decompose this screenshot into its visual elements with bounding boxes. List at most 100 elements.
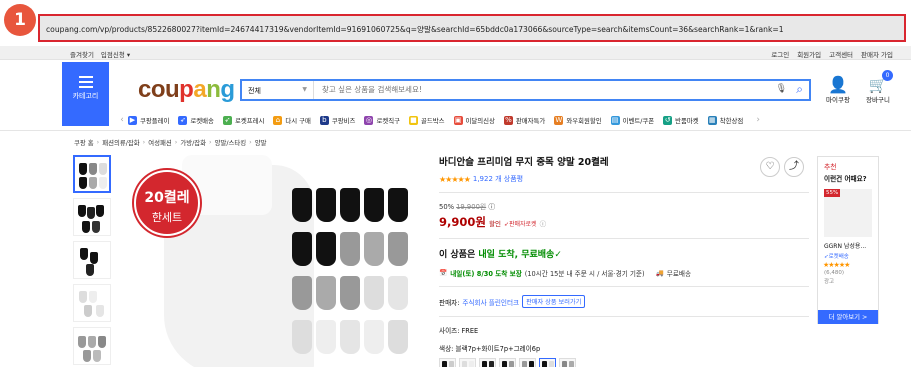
seller-rocket-badge: ➶판매자로켓 xyxy=(503,221,537,228)
breadcrumb-separator: › xyxy=(96,138,100,146)
rating-row: ★★★★★ 1,922 개 상품평 xyxy=(439,174,809,184)
coupang-logo[interactable]: coupang xyxy=(138,76,235,104)
url-text[interactable]: coupang.com/vp/products/8522680027?itemI… xyxy=(46,24,784,35)
share-icon[interactable]: ⤴ xyxy=(784,157,804,177)
divider xyxy=(439,316,809,317)
breadcrumb-item[interactable]: 양말/스타킹 xyxy=(215,138,247,147)
divider xyxy=(439,238,809,239)
thumbnail-list xyxy=(73,155,113,367)
store-icon: ▦ xyxy=(707,115,717,125)
size-option: 사이즈: FREE xyxy=(439,327,479,335)
person-icon: 👤 xyxy=(828,75,848,94)
color-option-4[interactable] xyxy=(499,358,516,367)
service-coupangplay[interactable]: ▶ 쿠팡플레이 xyxy=(128,115,169,125)
color-option-list xyxy=(439,358,809,367)
bag-icon: ▣ xyxy=(453,115,463,125)
thumbnail-4[interactable] xyxy=(73,284,111,322)
chevron-left-icon[interactable]: ‹ xyxy=(116,115,128,125)
thumbnail-5[interactable] xyxy=(73,327,111,365)
color-option: 색상: 블랙7p+화이트7p+그레이6p xyxy=(439,345,541,353)
color-option-3[interactable] xyxy=(479,358,496,367)
globe-icon: ◎ xyxy=(364,115,374,125)
login-link[interactable]: 로그인 xyxy=(771,49,789,59)
breadcrumb-item[interactable]: 가방/잡화 xyxy=(180,138,206,147)
mycoupang-button[interactable]: 👤 마이쿠팡 xyxy=(822,75,854,105)
truck-icon: 🚚 xyxy=(655,269,664,277)
arrival-info: 📅 내일(토) 8/30 도착 보장 (10시간 15분 내 주문 시 / 서울… xyxy=(439,269,692,278)
color-option-6[interactable] xyxy=(539,358,556,367)
service-wow-discount[interactable]: W 와우회원할인 xyxy=(554,115,602,125)
signup-link[interactable]: 회원가입 xyxy=(797,49,821,59)
thumbnail-2[interactable] xyxy=(73,198,111,236)
main-product-image[interactable]: 20켤레 한세트 xyxy=(124,150,429,367)
service-menu: ‹ ▶ 쿠팡플레이 ➶ 로켓배송 ➶ 로켓프레시 ⌂ 다시 구매 b 쿠팡비즈 ◎ 로켓직구… xyxy=(116,112,900,128)
service-goldbox[interactable]: ■ 골드박스 xyxy=(408,115,445,125)
breadcrumb-separator: › xyxy=(249,138,252,146)
annotation-badge: 1 xyxy=(4,4,36,36)
breadcrumb-separator: › xyxy=(209,138,212,146)
service-events[interactable]: ▤ 이벤트/쿠폰 xyxy=(610,115,654,125)
breadcrumb-item[interactable]: 여성패션 xyxy=(148,138,172,147)
search-category-select[interactable]: 전체 ▼ xyxy=(242,81,314,99)
rocket-icon: ➶ xyxy=(178,115,188,125)
rec-product-name[interactable]: GGRN 남성용... xyxy=(824,241,878,250)
category-label: 카테고리 xyxy=(72,92,99,100)
rec-review-count: (6,480) xyxy=(824,270,845,276)
breadcrumb-item[interactable]: 패션의류/잡화 xyxy=(102,138,139,147)
info-icon[interactable]: ⓘ xyxy=(540,218,547,228)
chevron-down-icon: ▼ xyxy=(302,86,307,93)
service-rocket-fresh[interactable]: ➶ 로켓프레시 xyxy=(222,115,264,125)
seller-apply-link[interactable]: 입점신청 ▾ xyxy=(101,49,130,59)
breadcrumb-item[interactable]: 쿠팡 홈 xyxy=(74,138,94,147)
service-biz[interactable]: b 쿠팡비즈 xyxy=(319,115,355,125)
color-option-7[interactable] xyxy=(559,358,576,367)
seller-name-link[interactable]: 주식회사 플린인터크 xyxy=(462,297,519,307)
heart-icon[interactable]: ♡ xyxy=(760,157,780,177)
address-bar[interactable]: coupang.com/vp/products/8522680027?itemI… xyxy=(38,14,906,42)
service-return-market[interactable]: ↺ 반품마켓 xyxy=(663,115,699,125)
search-icon[interactable]: ⌕ xyxy=(796,82,803,97)
seller-products-button[interactable]: 판매자 상품 보러가기 xyxy=(522,295,586,308)
product-title: 바디안슬 프리미엄 무지 중목 양말 20켤레 xyxy=(439,157,609,168)
ad-label: 광고 xyxy=(824,279,835,285)
search-input[interactable] xyxy=(322,85,702,94)
rec-discount-badge: 55% xyxy=(824,189,841,197)
thumbnail-3[interactable] xyxy=(73,241,111,279)
breadcrumb-item[interactable]: 양말 xyxy=(255,138,267,147)
info-icon[interactable]: ⓘ xyxy=(488,203,495,211)
rating-stars: ★★★★★ xyxy=(439,174,471,184)
color-option-1[interactable] xyxy=(439,358,456,367)
color-option-5[interactable] xyxy=(519,358,536,367)
category-button[interactable]: 카테고리 xyxy=(62,62,109,126)
service-new-arrivals[interactable]: ▣ 이달의신상 xyxy=(453,115,495,125)
goldbox-icon: ■ xyxy=(408,115,418,125)
chevron-right-icon[interactable]: › xyxy=(752,115,764,125)
price-line: 9,900원 할인 ➶판매자로켓 ⓘ xyxy=(439,214,809,230)
rec-title: 추천 xyxy=(824,163,837,171)
customer-center-link[interactable]: 고객센터 xyxy=(829,49,853,59)
breadcrumb-separator: › xyxy=(174,138,178,146)
service-rocket-global[interactable]: ◎ 로켓직구 xyxy=(364,115,400,125)
color-option-2[interactable] xyxy=(459,358,476,367)
service-good-store[interactable]: ▦ 착한상점 xyxy=(707,115,743,125)
header-divider xyxy=(0,130,911,131)
service-seller-deals[interactable]: % 판매자특가 xyxy=(503,115,545,125)
mic-icon[interactable]: 🎙 xyxy=(776,84,787,94)
thumbnail-1[interactable] xyxy=(73,155,111,193)
browser-address-area: coupang.com/vp/products/8522680027?itemI… xyxy=(0,0,911,44)
service-rocket-delivery[interactable]: ➶ 로켓배송 xyxy=(178,115,214,125)
rec-more-button[interactable]: 더 알아보기 > xyxy=(818,310,878,324)
service-rebuy[interactable]: ⌂ 다시 구매 xyxy=(273,115,311,125)
bookmark-link[interactable]: 즐겨찾기 xyxy=(70,49,94,59)
rec-subtitle: 이런건 어때요? xyxy=(824,175,867,183)
rec-product-image[interactable]: 55% xyxy=(824,189,872,237)
utility-bar: 즐겨찾기 입점신청 ▾ 로그인 회원가입 고객센터 판매자 가입 xyxy=(0,46,911,60)
review-count-link[interactable]: 1,922 개 상품평 xyxy=(473,174,523,184)
coupangplay-icon: ▶ xyxy=(128,115,137,125)
cart-button[interactable]: 🛒 0 장바구니 xyxy=(862,70,894,104)
seller-signup-link[interactable]: 판매자 가입 xyxy=(861,49,893,59)
seller-row: 판매자: 주식회사 플린인터크 판매자 상품 보러가기 xyxy=(439,295,809,308)
product-details: 바디안슬 프리미엄 무지 중목 양말 20켤레 ♡ ⤴ ★★★★★ 1,922 … xyxy=(439,154,809,367)
check-icon: ✓ xyxy=(554,250,562,260)
rocket-fresh-icon: ➶ xyxy=(222,115,232,125)
